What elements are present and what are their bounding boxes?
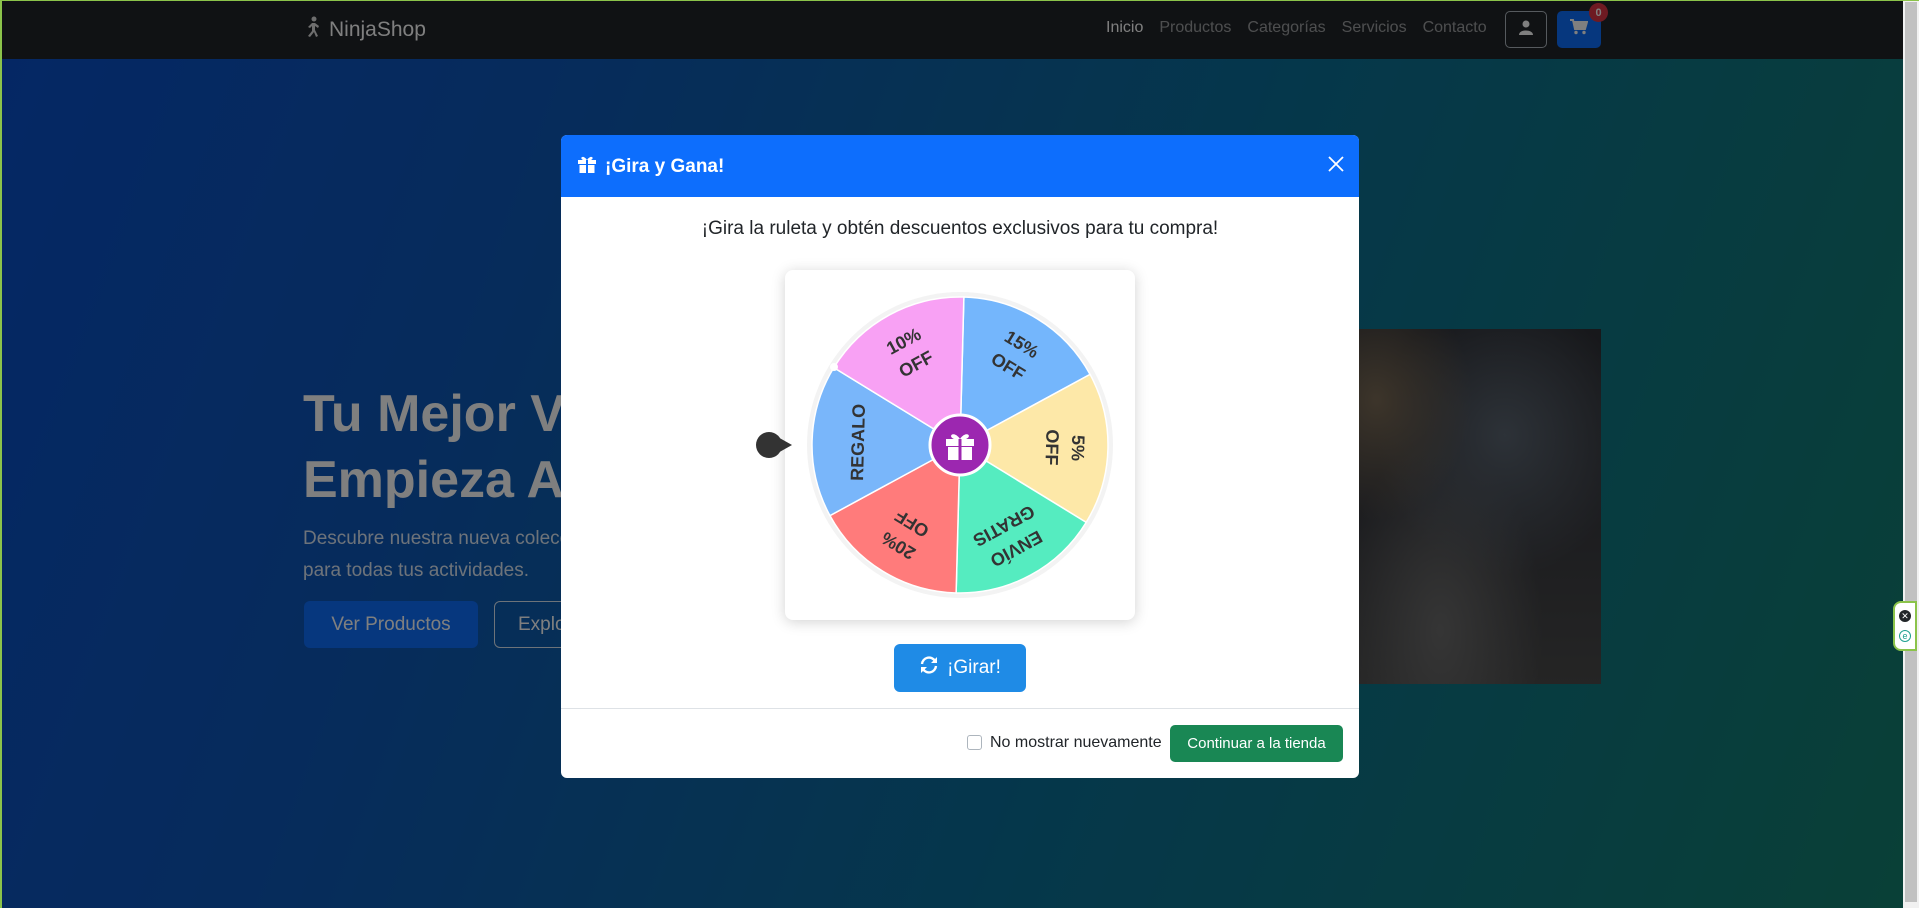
wheel-segment-label: REGALO xyxy=(847,404,869,482)
wheel-segment-text: REGALO xyxy=(847,404,869,482)
wheel-pointer xyxy=(756,432,792,458)
prize-wheel[interactable]: 15%OFF5%OFFENVÍOGRATIS20%OFFREGALO10%OFF xyxy=(785,270,1135,620)
close-icon xyxy=(1328,155,1344,177)
modal-title-text: ¡Gira y Gana! xyxy=(605,156,725,177)
extension-icon[interactable]: e xyxy=(1899,629,1911,642)
close-circle-icon[interactable]: ✕ xyxy=(1899,610,1911,623)
wheel-segment-text: 5% xyxy=(1068,435,1089,462)
gift-icon xyxy=(577,154,597,180)
dont-show-checkbox[interactable] xyxy=(967,735,982,750)
window-top-edge xyxy=(0,0,1919,1)
window-left-edge xyxy=(0,0,2,908)
modal-intro-text: ¡Gira la ruleta y obtén descuentos exclu… xyxy=(701,218,1219,239)
wheel-peg xyxy=(830,363,838,371)
modal-header: ¡Gira y Gana! xyxy=(561,135,1359,197)
wheel-segment-text: OFF xyxy=(1042,429,1063,466)
spin-wheel-modal: ¡Gira y Gana! ¡Gira la ruleta y obtén de… xyxy=(561,135,1359,778)
close-button[interactable] xyxy=(1325,155,1347,177)
modal-footer-divider xyxy=(561,708,1359,709)
spin-button-label: ¡Girar! xyxy=(947,657,1001,678)
refresh-icon xyxy=(919,656,939,680)
modal-title: ¡Gira y Gana! xyxy=(577,154,724,180)
wheel-card: 15% OFF 5% OFF ENVÍO GRATIS 20% OFF REGALO 10% OFF xyxy=(785,270,1135,620)
dont-show-label[interactable]: No mostrar nuevamente xyxy=(990,734,1162,752)
scrollbar-thumb[interactable] xyxy=(1905,2,1917,902)
continue-shopping-button[interactable]: Continuar a la tienda xyxy=(1170,725,1343,762)
side-extension-widget[interactable]: ✕ e xyxy=(1893,601,1917,651)
spin-button[interactable]: ¡Girar! xyxy=(894,644,1026,692)
